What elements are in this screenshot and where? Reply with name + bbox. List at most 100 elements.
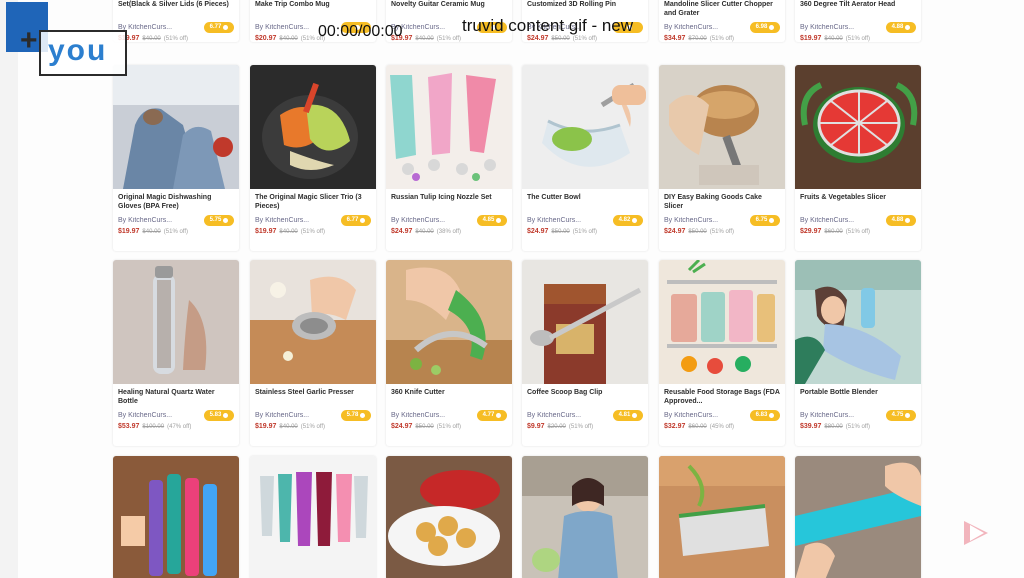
product-old-price: $60.00 xyxy=(824,229,843,235)
cake-slicer-image xyxy=(659,65,785,189)
product-price: $20.97 xyxy=(255,35,277,42)
product-old-price: $50.00 xyxy=(688,229,707,235)
product-card[interactable] xyxy=(522,456,648,578)
rating-badge[interactable]: 6.98 xyxy=(750,21,780,33)
product-seller: By KitchenCurs... xyxy=(391,216,446,224)
cart-icon xyxy=(905,24,911,30)
product-card[interactable]: Stainless Steel Garlic Presser By Kitche… xyxy=(250,260,376,446)
rating-badge[interactable]: 4.88 xyxy=(886,214,916,226)
product-image[interactable] xyxy=(113,260,239,384)
product-image[interactable] xyxy=(795,65,921,189)
product-card[interactable] xyxy=(250,456,376,578)
rating-badge[interactable]: 6.77 xyxy=(341,214,371,226)
product-card[interactable]: DIY Easy Baking Goods Cake Slicer By Kit… xyxy=(659,65,785,251)
product-image[interactable] xyxy=(250,456,376,578)
product-seller: By KitchenCurs... xyxy=(255,23,310,31)
product-price: $29.97 xyxy=(800,228,822,235)
product-card[interactable]: Coffee Scoop Bag Clip By KitchenCurs... 4… xyxy=(522,260,648,446)
product-card[interactable]: Set(Black & Silver Lids (6 Pieces) By Ki… xyxy=(113,0,239,42)
rating-badge[interactable]: 4.85 xyxy=(477,214,507,226)
product-card[interactable]: Portable Bottle Blender By KitchenCurs..… xyxy=(795,260,921,446)
product-title: Stainless Steel Garlic Presser xyxy=(255,389,354,396)
product-discount: (51% off) xyxy=(572,36,598,42)
product-price: $19.97 xyxy=(800,35,822,42)
product-image[interactable] xyxy=(659,260,785,384)
product-title: Portable Bottle Blender xyxy=(800,389,878,396)
rating-badge[interactable]: 4.82 xyxy=(613,214,643,226)
rating-badge[interactable]: 4.77 xyxy=(477,409,507,421)
product-image[interactable] xyxy=(386,65,512,189)
product-card[interactable]: The Original Magic Slicer Trio (3 Pieces… xyxy=(250,65,376,251)
product-seller: By KitchenCurs... xyxy=(800,411,855,419)
product-image[interactable] xyxy=(522,456,648,578)
product-seller: By KitchenCurs... xyxy=(664,216,719,224)
product-price: $39.97 xyxy=(800,423,822,430)
product-card[interactable]: Original Magic Dishwashing Gloves (BPA F… xyxy=(113,65,239,251)
product-old-price: $40.00 xyxy=(279,36,298,42)
product-card[interactable] xyxy=(659,456,785,578)
product-card[interactable]: Healing Natural Quartz Water Bottle By K… xyxy=(113,260,239,446)
product-title: The Original Magic Slicer Trio (3 Pieces… xyxy=(255,194,362,210)
cart-icon xyxy=(905,217,911,223)
product-seller: By KitchenCurs... xyxy=(800,23,855,31)
product-card[interactable]: 360 Knife Cutter By KitchenCurs... 4.77 $… xyxy=(386,260,512,446)
rating-badge[interactable]: 4.88 xyxy=(886,21,916,33)
product-seller: By KitchenCurs... xyxy=(255,216,310,224)
quartz-bottle-image xyxy=(113,260,239,384)
cart-icon xyxy=(360,217,366,223)
rating-badge[interactable]: 6.75 xyxy=(750,214,780,226)
product-seller: By KitchenCurs... xyxy=(527,216,582,224)
rating-badge[interactable]: 5.78 xyxy=(341,409,371,421)
product-card[interactable]: The Cutter Bowl By KitchenCurs... 4.82 $2… xyxy=(522,65,648,251)
product-image[interactable] xyxy=(386,456,512,578)
product-card[interactable]: Russian Tulip Icing Nozzle Set By Kitche… xyxy=(386,65,512,251)
slicer-trio-image xyxy=(250,65,376,189)
product-card[interactable] xyxy=(113,456,239,578)
player-logo-icon[interactable] xyxy=(960,515,994,551)
rating-badge[interactable]: 4.81 xyxy=(613,409,643,421)
product-image[interactable] xyxy=(113,65,239,189)
product-image[interactable] xyxy=(522,65,648,189)
product-price: $53.97 xyxy=(118,423,140,430)
product-discount: (51% off) xyxy=(845,229,871,235)
product-image[interactable] xyxy=(795,260,921,384)
product-card[interactable] xyxy=(795,456,921,578)
product-price: $32.97 xyxy=(664,423,686,430)
product-card[interactable]: Fruits & Vegetables Slicer By KitchenCur… xyxy=(795,65,921,251)
product-image[interactable] xyxy=(250,260,376,384)
product-title: 360 Knife Cutter xyxy=(391,389,445,396)
product-card[interactable] xyxy=(386,456,512,578)
cart-icon xyxy=(223,412,229,418)
rating-badge[interactable]: 4.75 xyxy=(886,409,916,421)
product-old-price: $50.00 xyxy=(551,229,570,235)
product-title: Make Trip Combo Mug xyxy=(255,1,330,8)
wine-glasses-image xyxy=(250,456,376,578)
you-logo: + you xyxy=(6,2,128,78)
product-image[interactable] xyxy=(113,456,239,578)
product-old-price: $40.00 xyxy=(142,36,161,42)
product-title: Coffee Scoop Bag Clip xyxy=(527,389,603,396)
product-image[interactable] xyxy=(250,65,376,189)
product-old-price: $20.00 xyxy=(547,424,566,430)
product-discount: (51% off) xyxy=(300,424,326,430)
product-old-price: $40.00 xyxy=(279,424,298,430)
product-card[interactable]: 360 Degree Tilt Aerator Head By KitchenC… xyxy=(795,0,921,42)
rating-badge[interactable]: 6.77 xyxy=(204,21,234,33)
rating-badge[interactable]: 5.83 xyxy=(204,409,234,421)
product-image[interactable] xyxy=(795,456,921,578)
product-discount: (51% off) xyxy=(709,229,735,235)
product-card[interactable]: Reusable Food Storage Bags (FDA Approved… xyxy=(659,260,785,446)
product-image[interactable] xyxy=(659,65,785,189)
cart-icon xyxy=(496,217,502,223)
product-card[interactable]: Mandoline Slicer Cutter Chopper and Grat… xyxy=(659,0,785,42)
product-title: Set(Black & Silver Lids (6 Pieces) xyxy=(118,1,229,8)
product-image[interactable] xyxy=(659,456,785,578)
rating-badge[interactable]: 6.83 xyxy=(750,409,780,421)
product-image[interactable] xyxy=(522,260,648,384)
product-title: Healing Natural Quartz Water Bottle xyxy=(118,389,215,405)
knife-cutter-image xyxy=(386,260,512,384)
rating-badge[interactable]: 5.75 xyxy=(204,214,234,226)
product-image[interactable] xyxy=(386,260,512,384)
product-seller: By KitchenCurs... xyxy=(527,411,582,419)
product-price: $19.97 xyxy=(255,228,277,235)
